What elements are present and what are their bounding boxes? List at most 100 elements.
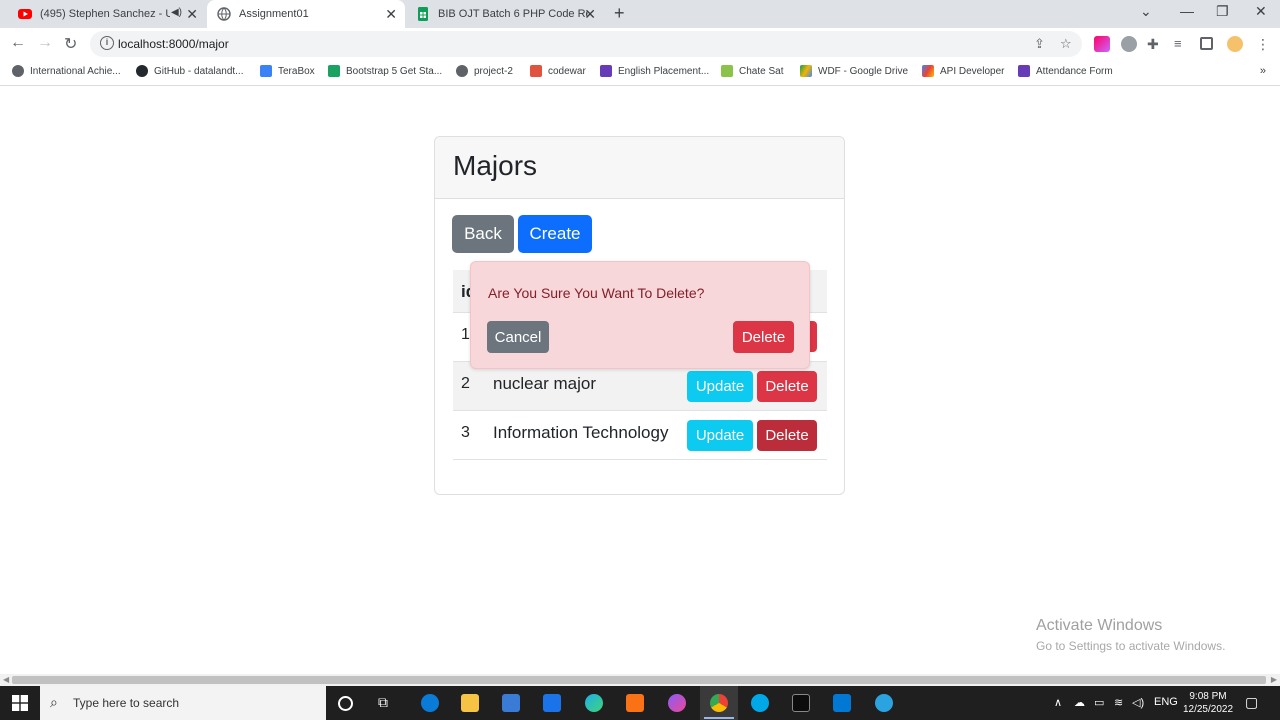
task-view-icon[interactable]: ⧉ xyxy=(378,694,396,712)
language-indicator[interactable]: ENG xyxy=(1154,696,1178,708)
globe-icon xyxy=(217,7,231,21)
row-id: 1 xyxy=(461,326,470,343)
extensions-puzzle-icon[interactable]: ✚ xyxy=(1147,36,1163,52)
tab-search-icon[interactable]: ⌄ xyxy=(1140,3,1152,20)
minimize-icon[interactable]: — xyxy=(1180,3,1194,19)
bookmark-item[interactable]: API Developer xyxy=(922,65,1004,77)
window-close-icon[interactable]: ✕ xyxy=(1255,3,1267,20)
site-info-icon[interactable]: i xyxy=(100,36,114,50)
browser-toolbar: ← → ↻ i localhost:8000/major ⇪ ☆ xyxy=(0,28,1280,60)
mail-icon[interactable] xyxy=(543,694,561,712)
new-tab-button[interactable]: + xyxy=(614,3,625,24)
store-icon[interactable] xyxy=(502,694,520,712)
extension-icon[interactable] xyxy=(1094,36,1110,52)
reading-list-icon[interactable]: ≡ xyxy=(1174,36,1190,52)
back-button[interactable]: Back xyxy=(452,215,514,253)
bookmark-label: project-2 xyxy=(474,65,513,77)
onedrive-icon[interactable]: ☁ xyxy=(1074,696,1085,709)
menu-kebab-icon[interactable]: ⋮ xyxy=(1256,36,1272,52)
notification-icon[interactable]: ▢ xyxy=(1245,694,1258,711)
address-bar[interactable]: i localhost:8000/major ⇪ ☆ xyxy=(90,31,1082,57)
scroll-left-icon[interactable]: ◀ xyxy=(3,675,9,684)
profile-avatar[interactable] xyxy=(1227,36,1243,52)
bookmark-label: Chate Sat xyxy=(739,65,784,77)
system-clock[interactable]: 9:08 PM 12/25/2022 xyxy=(1178,690,1238,716)
scrollbar-thumb[interactable] xyxy=(12,676,1266,684)
scroll-right-icon[interactable]: ▶ xyxy=(1271,675,1277,684)
battery-icon[interactable]: ▭ xyxy=(1094,696,1104,709)
cancel-button[interactable]: Cancel xyxy=(487,321,549,353)
messenger-icon[interactable] xyxy=(668,694,686,712)
tab-code-review[interactable]: BIB OJT Batch 6 PHP Code Review ✕ xyxy=(406,0,604,28)
bookmark-label: GitHub - datalandt... xyxy=(154,65,244,77)
bookmark-label: codewar xyxy=(548,65,586,77)
activation-watermark-title: Activate Windows xyxy=(1036,617,1163,634)
telegram-icon[interactable] xyxy=(875,694,893,712)
extension-icon[interactable] xyxy=(1121,36,1137,52)
row-name: nuclear major xyxy=(493,374,596,393)
create-button[interactable]: Create xyxy=(518,215,592,253)
bookmark-label: TeraBox xyxy=(278,65,315,77)
cortana-icon[interactable] xyxy=(338,696,353,711)
speaker-icon[interactable]: ◀) xyxy=(171,7,182,18)
wifi-icon[interactable]: ≋ xyxy=(1114,696,1123,709)
confirm-delete-button[interactable]: Delete xyxy=(733,321,794,353)
volume-icon[interactable]: ◁) xyxy=(1132,696,1144,709)
bookmark-item[interactable]: WDF - Google Drive xyxy=(800,65,908,77)
bookmark-item[interactable]: TeraBox xyxy=(260,65,315,77)
taskbar-search-box[interactable]: ⌕ Type here to search xyxy=(40,686,326,720)
bookmark-label: International Achie... xyxy=(30,65,121,77)
restore-icon[interactable]: ❐ xyxy=(1216,3,1229,20)
bookmarks-overflow-button[interactable]: » xyxy=(1260,65,1266,77)
bookmark-item[interactable]: GitHub - datalandt... xyxy=(136,65,244,77)
update-button[interactable]: Update xyxy=(687,420,753,451)
edge-icon[interactable] xyxy=(585,694,603,712)
xampp-icon[interactable] xyxy=(626,694,644,712)
bookmark-item[interactable]: Bootstrap 5 Get Sta... xyxy=(328,65,442,77)
delete-button[interactable]: Delete xyxy=(757,420,817,451)
google-forms-icon xyxy=(1018,65,1030,77)
bookmark-item[interactable]: English Placement... xyxy=(600,65,709,77)
windows-taskbar: ⌕ Type here to search ⧉ ∧ ☁ ▭ ≋ ◁) ENG 9… xyxy=(0,686,1280,720)
clock-time: 9:08 PM xyxy=(1189,691,1227,702)
bookmark-label: English Placement... xyxy=(618,65,710,77)
reload-icon[interactable]: ↻ xyxy=(64,34,77,54)
delete-button[interactable]: Delete xyxy=(757,371,817,402)
chrome-icon[interactable] xyxy=(710,694,728,712)
tray-chevron-icon[interactable]: ∧ xyxy=(1054,696,1062,709)
share-icon[interactable]: ⇪ xyxy=(1034,36,1045,52)
url-text[interactable]: localhost:8000/major xyxy=(118,37,229,51)
back-arrow-icon[interactable]: ← xyxy=(10,34,26,52)
bookmark-item[interactable]: Attendance Form xyxy=(1018,65,1113,77)
github-icon xyxy=(136,65,148,77)
youtube-icon xyxy=(18,9,32,19)
close-icon[interactable]: ✕ xyxy=(385,6,397,23)
close-icon[interactable]: ✕ xyxy=(584,6,596,23)
forward-arrow-icon[interactable]: → xyxy=(37,34,53,52)
close-icon[interactable]: ✕ xyxy=(186,6,198,23)
globe-icon xyxy=(456,65,468,77)
skype-icon[interactable] xyxy=(751,694,769,712)
windows-start-icon[interactable] xyxy=(12,695,28,711)
bookmark-label: WDF - Google Drive xyxy=(818,65,909,77)
codewars-icon xyxy=(530,65,542,77)
update-button[interactable]: Update xyxy=(687,371,753,402)
terminal-icon[interactable] xyxy=(792,694,810,712)
row-name: Information Technology xyxy=(493,423,669,442)
bookmark-item[interactable]: International Achie... xyxy=(12,65,121,77)
file-explorer-icon[interactable] xyxy=(461,694,479,712)
globe-icon xyxy=(12,65,24,77)
bookmark-item[interactable]: codewar xyxy=(530,65,586,77)
horizontal-scrollbar[interactable]: ◀ ▶ xyxy=(0,674,1280,686)
bookmark-star-icon[interactable]: ☆ xyxy=(1060,36,1072,52)
bookmark-item[interactable]: project-2 xyxy=(456,65,513,77)
chat-icon xyxy=(721,65,733,77)
activation-watermark-subtitle: Go to Settings to activate Windows. xyxy=(1036,639,1226,653)
tab-youtube[interactable]: (495) Stephen Sanchez - Unti ◀) ✕ xyxy=(8,0,206,28)
google-cloud-icon xyxy=(922,65,934,77)
edge-legacy-icon[interactable] xyxy=(421,694,439,712)
tab-assignment01[interactable]: Assignment01 ✕ xyxy=(207,0,405,28)
side-panel-icon[interactable] xyxy=(1200,37,1213,50)
bookmark-item[interactable]: Chate Sat xyxy=(721,65,783,77)
vscode-icon[interactable] xyxy=(833,694,851,712)
